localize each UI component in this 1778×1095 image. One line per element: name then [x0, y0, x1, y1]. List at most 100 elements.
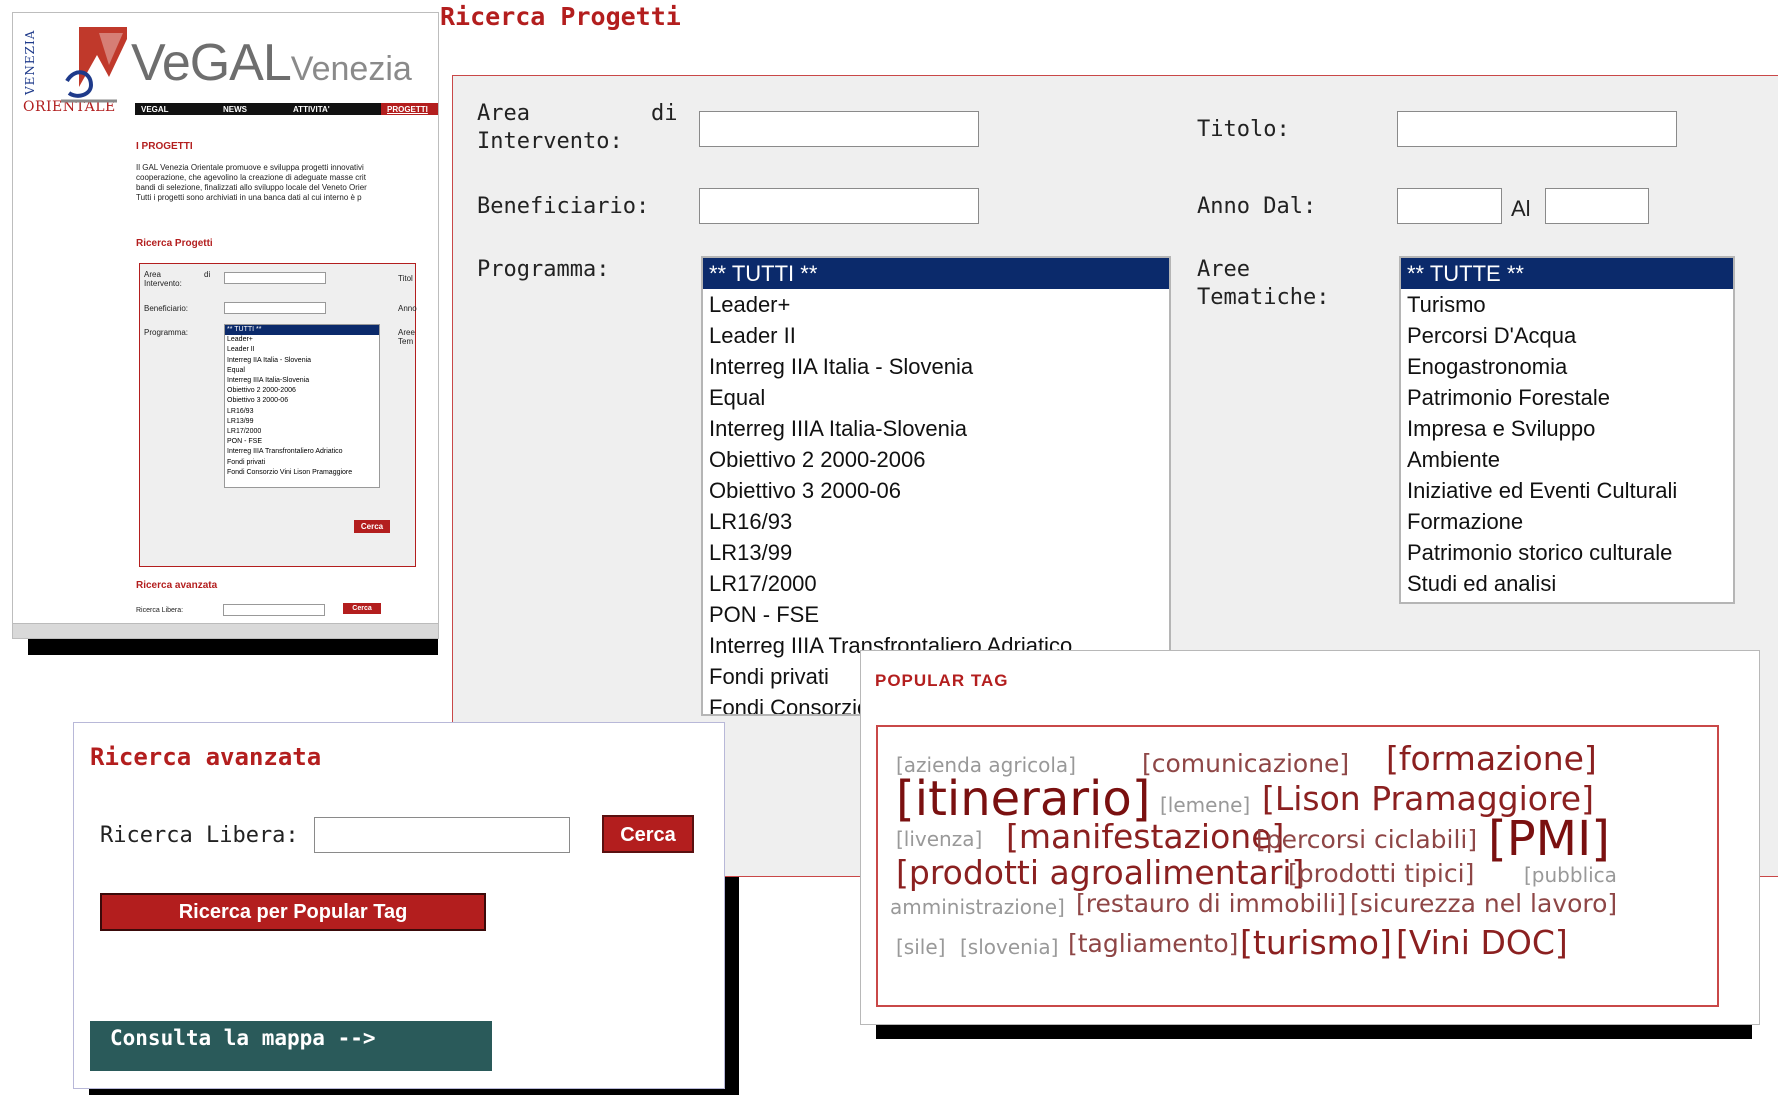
tag-link[interactable]: [sicurezza nel lavoro] — [1350, 889, 1617, 918]
programma-option[interactable]: LR13/99 — [703, 537, 1169, 568]
cerca-button[interactable]: Cerca — [602, 815, 694, 853]
tag-link[interactable]: [pubblica — [1524, 863, 1617, 887]
mini-program-option[interactable]: Interreg IIIA Italia-Slovenia — [225, 376, 379, 386]
area-intervento-input[interactable] — [699, 111, 979, 147]
tag-link[interactable]: [slovenia] — [960, 935, 1058, 959]
mini-program-option[interactable]: Obiettivo 3 2000-06 — [225, 396, 379, 406]
website-thumbnail: VENEZIA ORIENTALE VeGALVenezia VEGAL NEW… — [12, 12, 439, 639]
mini-program-option[interactable]: LR13/99 — [225, 417, 379, 427]
mini-program-option[interactable]: Interreg IIA Italia - Slovenia — [225, 356, 379, 366]
mini-program-option[interactable]: LR16/93 — [225, 407, 379, 417]
brand-main: VeGAL — [131, 34, 292, 92]
tag-cloud: [azienda agricola] [comunicazione] [formaz… — [876, 725, 1719, 1007]
aree-tematiche-option[interactable]: Studi ed analisi — [1401, 568, 1733, 599]
mini-area-label: Area Intervento: — [144, 270, 182, 288]
mini-aree-label: Aree Tem — [398, 328, 415, 346]
tag-link[interactable]: [turismo] — [1240, 923, 1392, 962]
mini-area-input[interactable] — [224, 272, 326, 284]
aree-tematiche-option[interactable]: Patrimonio Forestale — [1401, 382, 1733, 413]
brand-wordmark: VeGALVenezia — [131, 33, 412, 93]
aree-label-line2: Tematiche: — [1197, 285, 1330, 310]
programma-option[interactable]: Leader II — [703, 320, 1169, 351]
intro-line: cooperazione, che agevolino la creazione… — [136, 173, 366, 182]
nav-attivita[interactable]: ATTIVITA' — [287, 103, 381, 115]
mini-program-option[interactable]: Fondi privati — [225, 458, 379, 468]
tag-link[interactable]: [sile] — [896, 935, 945, 959]
tag-link[interactable]: [Vini DOC] — [1396, 923, 1568, 962]
vegal-logo-icon — [61, 27, 127, 103]
mini-cerca2-button[interactable]: Cerca — [343, 603, 381, 614]
programma-option[interactable]: Equal — [703, 382, 1169, 413]
programma-option[interactable]: LR16/93 — [703, 506, 1169, 537]
programma-option[interactable]: Obiettivo 3 2000-06 — [703, 475, 1169, 506]
aree-tematiche-listbox[interactable]: ** TUTTE ** Turismo Percorsi D'Acqua Enogas… — [1399, 256, 1735, 604]
intro-line: Il GAL Venezia Orientale promuove e svil… — [136, 163, 364, 172]
programma-option[interactable]: LR17/2000 — [703, 568, 1169, 599]
free-search-input[interactable] — [314, 817, 570, 853]
tag-link[interactable]: [lemene] — [1160, 793, 1250, 817]
tag-link[interactable]: [prodotti agroalimentari] — [896, 853, 1304, 892]
popular-tag-search-button[interactable]: Ricerca per Popular Tag — [100, 893, 486, 931]
mini-program-option[interactable]: Equal — [225, 366, 379, 376]
mini-program-option[interactable]: Fondi Consorzio Vini Lison Pramaggiore — [225, 468, 379, 478]
nav-vegal[interactable]: VEGAL — [135, 103, 217, 115]
tag-link[interactable]: [livenza] — [896, 827, 982, 851]
tag-link[interactable]: [restauro di immobili] — [1076, 889, 1346, 918]
anno-al-input[interactable] — [1545, 188, 1649, 224]
mini-cerca-button[interactable]: Cerca — [354, 520, 390, 533]
aree-tematiche-option[interactable]: ** TUTTE ** — [1401, 258, 1733, 289]
aree-tematiche-option[interactable]: Percorsi D'Acqua — [1401, 320, 1733, 351]
programma-option[interactable]: Leader+ — [703, 289, 1169, 320]
programma-listbox[interactable]: ** TUTTI ** Leader+ Leader II Interreg IIA … — [701, 256, 1171, 716]
tag-link[interactable]: [comunicazione] — [1142, 749, 1349, 778]
mini-program-option[interactable]: Obiettivo 2 2000-2006 — [225, 386, 379, 396]
logo-venezia-text: VENEZIA — [23, 29, 37, 95]
horizontal-scrollbar[interactable] — [13, 623, 438, 638]
tag-link[interactable]: [percorsi ciclabili] — [1256, 825, 1477, 854]
area-label-di: di — [651, 101, 678, 126]
mini-program-option[interactable]: PON - FSE — [225, 437, 379, 447]
tag-link[interactable]: [manifestazione] — [1006, 817, 1284, 856]
section-projects: I PROGETTI — [136, 141, 193, 152]
programma-option[interactable]: Interreg IIIA Italia-Slovenia — [703, 413, 1169, 444]
mini-titolo-label: Titol — [398, 274, 413, 283]
nav-progetti[interactable]: PROGETTI — [381, 103, 438, 115]
anno-dal-label: Anno Dal: — [1197, 194, 1317, 219]
aree-tematiche-option[interactable]: Ambiente — [1401, 444, 1733, 475]
aree-tematiche-option[interactable]: Formazione — [1401, 506, 1733, 537]
mini-program-option[interactable]: Leader II — [225, 345, 379, 355]
section-search-link[interactable]: Ricerca Progetti — [136, 238, 213, 249]
aree-tematiche-option[interactable]: Impresa e Sviluppo — [1401, 413, 1733, 444]
mini-free-search-input[interactable] — [223, 604, 325, 616]
tag-link[interactable]: [tagliamento] — [1068, 929, 1238, 958]
intro-line: bandi di selezione, finalizzati allo svi… — [136, 183, 367, 192]
beneficiario-input[interactable] — [699, 188, 979, 224]
mini-beneficiario-input[interactable] — [224, 302, 326, 314]
programma-option[interactable]: PON - FSE — [703, 599, 1169, 630]
mini-program-list[interactable]: ** TUTTI ** Leader+ Leader II Interreg IIA … — [224, 324, 380, 488]
mini-program-option[interactable]: ** TUTTI ** — [225, 325, 379, 336]
mini-anno-label: Anno — [398, 304, 417, 313]
map-button[interactable]: Consulta la mappa --> — [90, 1021, 492, 1071]
programma-option[interactable]: ** TUTTI ** — [703, 258, 1169, 289]
aree-tematiche-option[interactable]: Enogastronomia — [1401, 351, 1733, 382]
programma-option[interactable]: Obiettivo 2 2000-2006 — [703, 444, 1169, 475]
aree-tematiche-option[interactable]: Turismo — [1401, 289, 1733, 320]
mini-program-option[interactable]: Leader+ — [225, 335, 379, 345]
mini-program-option[interactable]: LR17/2000 — [225, 427, 379, 437]
mini-program-option[interactable]: Interreg IIIA Transfrontaliero Adriatico — [225, 447, 379, 457]
anno-dal-input[interactable] — [1397, 188, 1502, 224]
programma-option[interactable]: Interreg IIA Italia - Slovenia — [703, 351, 1169, 382]
area-label-line1: Area — [477, 101, 530, 126]
mini-free-search-label: Ricerca Libera: — [136, 607, 184, 614]
tag-link[interactable]: amministrazione] — [890, 895, 1065, 919]
aree-tematiche-option[interactable]: Patrimonio storico culturale — [1401, 537, 1733, 568]
site-nav: VEGAL NEWS ATTIVITA' PROGETTI — [135, 103, 438, 115]
aree-tematiche-option[interactable]: Iniziative ed Eventi Culturali — [1401, 475, 1733, 506]
tag-link[interactable]: [PMI] — [1488, 811, 1610, 867]
tag-link[interactable]: [formazione] — [1386, 739, 1597, 778]
tag-link[interactable]: [prodotti tipici] — [1288, 859, 1474, 888]
titolo-input[interactable] — [1397, 111, 1677, 147]
nav-news[interactable]: NEWS — [217, 103, 287, 115]
intro-line: Tutti i progetti sono archiviati in una … — [136, 193, 362, 202]
